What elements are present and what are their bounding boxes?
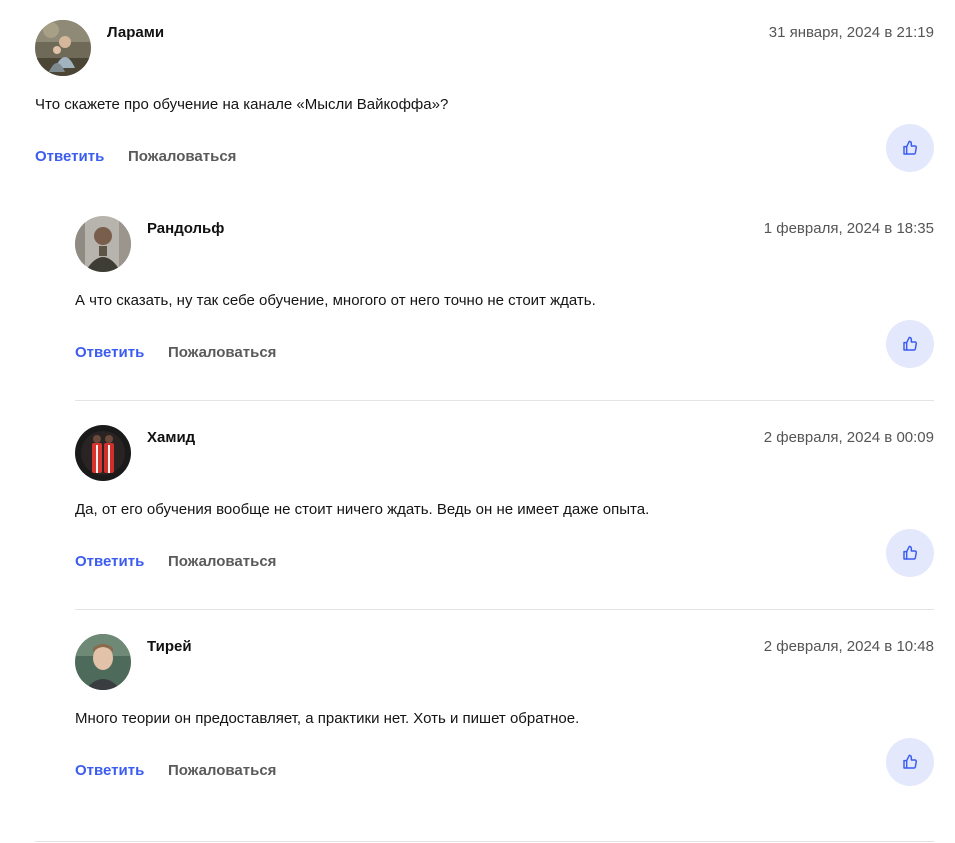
divider bbox=[75, 609, 934, 610]
comment-author: Рандольф bbox=[147, 220, 225, 237]
like-button[interactable] bbox=[886, 738, 934, 786]
report-button[interactable]: Пожаловаться bbox=[128, 147, 236, 167]
thumbs-up-icon bbox=[903, 336, 918, 351]
avatar[interactable] bbox=[75, 216, 131, 272]
comment-reply: Тирей 2 февраля, 2024 в 10:48 Много теор… bbox=[75, 634, 934, 799]
comment-author: Хамид bbox=[147, 429, 196, 446]
comment-reply: Рандольф 1 февраля, 2024 в 18:35 А что с… bbox=[75, 216, 934, 381]
report-button[interactable]: Пожаловаться bbox=[168, 343, 276, 363]
like-button[interactable] bbox=[886, 320, 934, 368]
comment-text: Много теории он предоставляет, а практик… bbox=[75, 710, 580, 727]
reply-button[interactable]: Ответить bbox=[75, 761, 144, 781]
like-button[interactable] bbox=[886, 529, 934, 577]
avatar[interactable] bbox=[75, 634, 131, 690]
comment-date: 2 февраля, 2024 в 10:48 bbox=[763, 638, 934, 655]
like-button[interactable] bbox=[886, 124, 934, 172]
avatar[interactable] bbox=[35, 20, 91, 76]
reply-button[interactable]: Ответить bbox=[35, 147, 104, 167]
comment-author: Ларами bbox=[107, 24, 165, 41]
comment-reply: Хамид 2 февраля, 2024 в 00:09 Да, от его… bbox=[75, 425, 934, 590]
thumbs-up-icon bbox=[903, 545, 918, 560]
thumbs-up-icon bbox=[903, 754, 918, 769]
avatar[interactable] bbox=[75, 425, 131, 481]
comment-date: 1 февраля, 2024 в 18:35 bbox=[763, 220, 934, 237]
comment-date: 31 января, 2024 в 21:19 bbox=[768, 24, 934, 41]
comment: Ларами 31 января, 2024 в 21:19 Что скаже… bbox=[35, 20, 934, 185]
comment-text: Да, от его обучения вообще не стоит ниче… bbox=[75, 501, 650, 518]
thumbs-up-icon bbox=[903, 140, 918, 155]
report-button[interactable]: Пожаловаться bbox=[168, 761, 276, 781]
comment-text: А что сказать, ну так себе обучение, мно… bbox=[75, 292, 596, 309]
comment-date: 2 февраля, 2024 в 00:09 bbox=[763, 429, 934, 446]
divider bbox=[75, 400, 934, 401]
comment-author: Тирей bbox=[147, 638, 192, 655]
divider bbox=[35, 841, 934, 842]
reply-button[interactable]: Ответить bbox=[75, 343, 144, 363]
report-button[interactable]: Пожаловаться bbox=[168, 552, 276, 572]
reply-button[interactable]: Ответить bbox=[75, 552, 144, 572]
comment-text: Что скажете про обучение на канале «Мысл… bbox=[35, 96, 449, 113]
